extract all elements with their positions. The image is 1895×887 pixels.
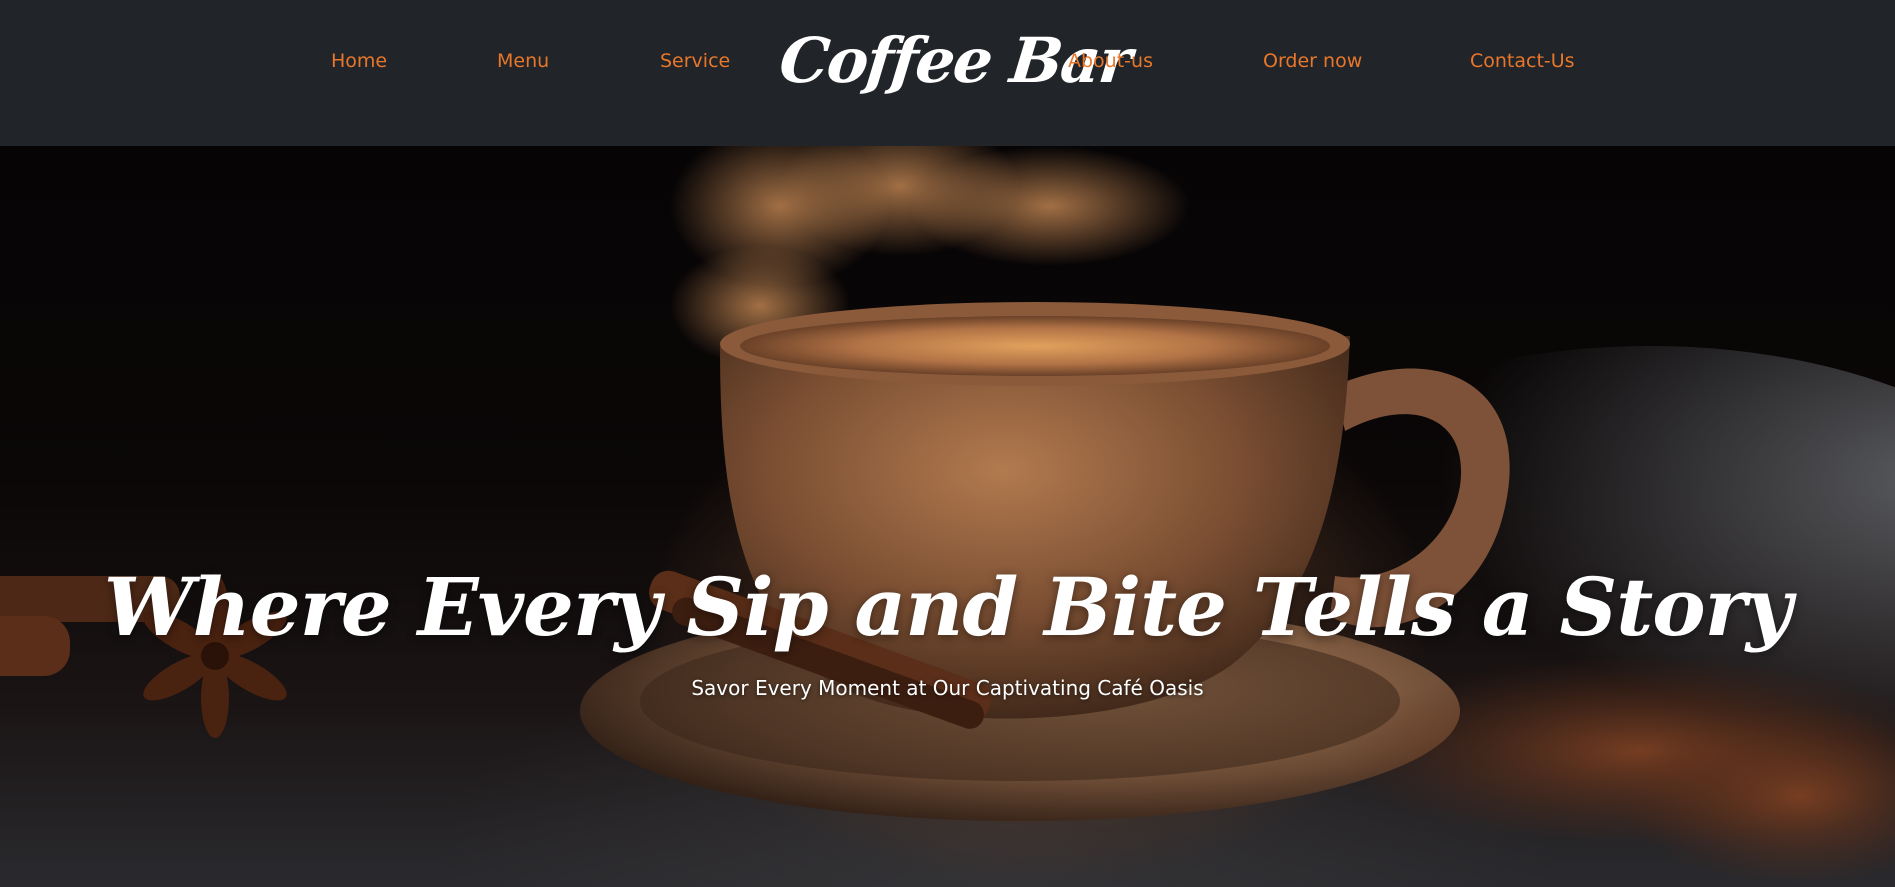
hero-title: Where Every Sip and Bite Tells a Story bbox=[103, 559, 1792, 654]
navbar: Home Menu Service Coffee Bar About-us Or… bbox=[0, 0, 1895, 146]
nav-link-order-now[interactable]: Order now bbox=[1263, 50, 1362, 72]
nav-link-contact-us[interactable]: Contact-Us bbox=[1470, 50, 1575, 72]
nav-link-about-us[interactable]: About-us bbox=[1068, 50, 1153, 72]
hero-section: Where Every Sip and Bite Tells a Story S… bbox=[0, 146, 1895, 887]
hero-subtitle: Savor Every Moment at Our Captivating Ca… bbox=[691, 676, 1204, 700]
hero-coffee-cup-image bbox=[0, 146, 1895, 886]
nav-link-menu[interactable]: Menu bbox=[497, 50, 549, 72]
nav-link-service[interactable]: Service bbox=[660, 50, 730, 72]
nav-link-home[interactable]: Home bbox=[331, 50, 387, 72]
